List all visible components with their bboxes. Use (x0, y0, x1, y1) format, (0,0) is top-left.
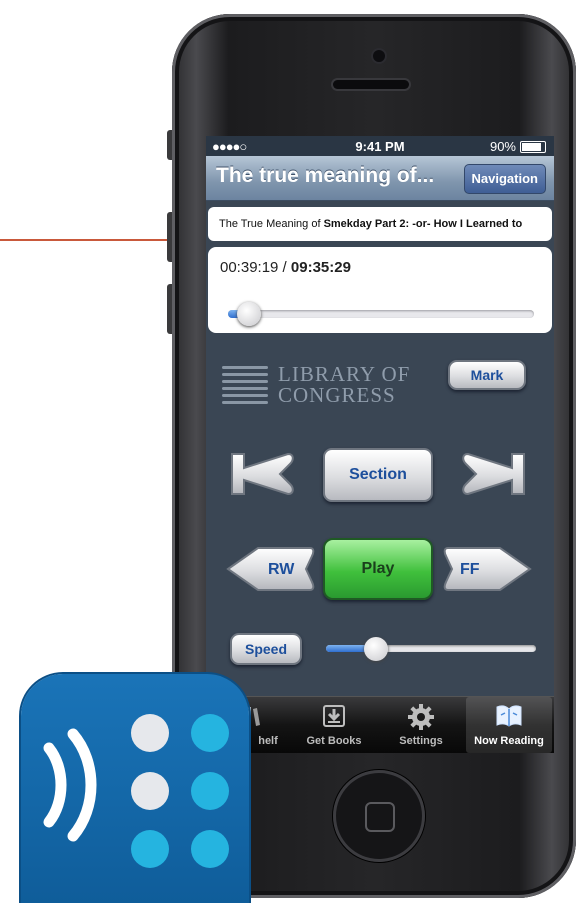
front-camera (373, 50, 385, 62)
next-section-button[interactable] (458, 450, 528, 498)
section-button[interactable]: Section (323, 448, 433, 502)
tab-settings-label: Settings (399, 735, 443, 747)
tab-get-books-label: Get Books (306, 735, 362, 747)
logo-line-1: LIBRARY OF (278, 362, 411, 386)
app-icon (21, 674, 249, 903)
earpiece-speaker (333, 80, 409, 89)
sound-waves-icon (43, 728, 97, 842)
logo-line-2: CONGRESS (278, 383, 396, 407)
library-of-congress-logo: LIBRARY OF CONGRESS (222, 362, 422, 410)
braille-dot-2 (191, 714, 229, 752)
fast-forward-button[interactable] (442, 544, 534, 594)
book-title-prefix: The True Meaning of (219, 218, 324, 230)
elapsed-time: 00:39:19 (220, 259, 279, 276)
total-time: 09:35:29 (290, 259, 351, 276)
navigation-bar: The true meaning of... Navigation (206, 156, 554, 201)
tab-now-reading[interactable]: Now Reading (466, 697, 552, 753)
progress-slider-thumb[interactable] (236, 302, 261, 326)
speed-slider[interactable] (326, 637, 536, 661)
download-icon (323, 705, 345, 727)
braille-dot-3 (131, 772, 169, 810)
tab-bar: helf Get Books Settings Now Reading (206, 696, 554, 753)
home-button[interactable] (333, 770, 425, 862)
progress-slider[interactable] (228, 302, 534, 326)
navigation-button[interactable]: Navigation (463, 164, 546, 194)
speed-button[interactable]: Speed (230, 633, 302, 665)
braille-dot-5 (131, 830, 169, 868)
open-book-icon (496, 705, 522, 727)
mark-button[interactable]: Mark (448, 360, 526, 390)
flag-lines-icon (222, 366, 268, 408)
braille-dot-1 (131, 714, 169, 752)
play-button[interactable]: Play (323, 538, 433, 600)
braille-dot-6 (191, 830, 229, 868)
book-title-main: Smekday Part 2: -or- How I Learned to (323, 218, 523, 230)
fast-forward-label: FF (460, 561, 480, 578)
app-screen: ●●●●○ 9:41 PM 90% The true meaning of...… (206, 136, 554, 753)
braille-dot-4 (191, 772, 229, 810)
battery-icon (520, 141, 546, 153)
rewind-label: RW (268, 561, 295, 578)
annotation-pointer-line (0, 239, 178, 241)
page-title: The true meaning of... (216, 164, 435, 187)
tab-now-reading-label: Now Reading (474, 735, 544, 747)
tab-settings[interactable]: Settings (378, 697, 464, 753)
gear-icon (408, 704, 434, 730)
battery-percentage: 90% (489, 139, 516, 154)
logo-text: LIBRARY OF CONGRESS (278, 364, 410, 406)
book-title-bar: The True Meaning of Smekday Part 2: -or-… (208, 207, 552, 241)
status-bar: ●●●●○ 9:41 PM 90% (206, 136, 554, 156)
playback-progress-panel: 00:39:19 / 09:35:29 (208, 247, 552, 333)
tab-get-books[interactable]: Get Books (290, 697, 378, 753)
speed-slider-thumb[interactable] (364, 637, 389, 661)
previous-section-button[interactable] (228, 450, 298, 498)
time-readout: 00:39:19 / 09:35:29 (220, 259, 351, 276)
time-separator: / (278, 259, 291, 276)
